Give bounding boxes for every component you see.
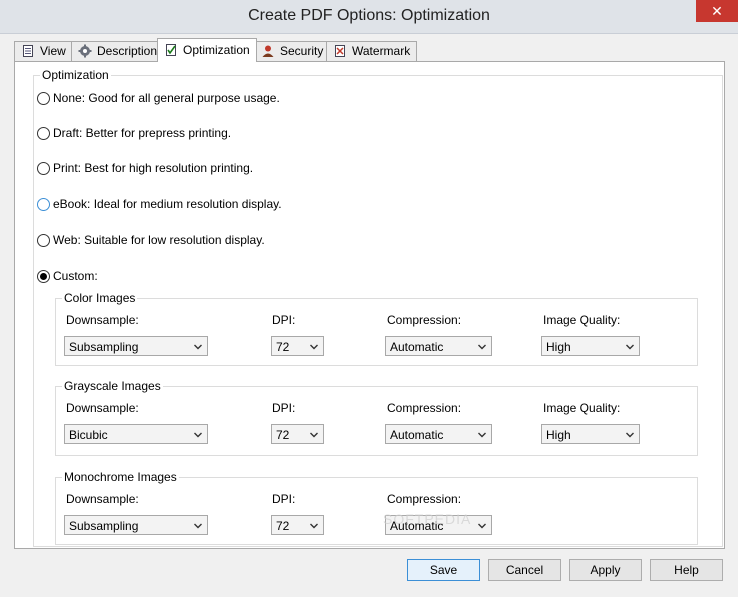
- image-quality-label: Image Quality:: [543, 313, 621, 327]
- radio-draft[interactable]: Draft: Better for prepress printing.: [37, 125, 231, 141]
- chevron-down-icon: [194, 344, 202, 350]
- watermark-icon: [335, 45, 345, 57]
- chevron-down-icon: [478, 523, 486, 529]
- color-images-group: Color Images Downsample: DPI: Compressio…: [55, 291, 698, 366]
- tab-label: Security: [280, 44, 324, 58]
- downsample-label: Downsample:: [66, 492, 139, 506]
- close-icon: ✕: [711, 3, 723, 19]
- dpi-select[interactable]: 72: [271, 336, 324, 356]
- chevron-down-icon: [310, 432, 318, 438]
- compression-select[interactable]: Automatic: [385, 336, 492, 356]
- downsample-select[interactable]: Bicubic: [64, 424, 208, 444]
- radio-label: Draft: Better for prepress printing.: [53, 126, 232, 140]
- tab-label: View: [40, 44, 66, 58]
- select-value: 72: [276, 428, 290, 442]
- select-value: Automatic: [390, 428, 444, 442]
- select-value: Subsampling: [69, 519, 139, 533]
- select-value: 72: [276, 519, 290, 533]
- group-label: Color Images: [62, 291, 138, 305]
- chevron-down-icon: [194, 523, 202, 529]
- tab-security[interactable]: Security: [254, 41, 331, 61]
- radio-button[interactable]: [37, 269, 50, 283]
- image-quality-label: Image Quality:: [543, 401, 621, 415]
- dpi-select[interactable]: 72: [271, 424, 324, 444]
- window-title: Create PDF Options: Optimization: [248, 7, 490, 24]
- dpi-label: DPI:: [272, 492, 296, 506]
- radio-print[interactable]: Print: Best for high resolution printing…: [37, 160, 253, 176]
- close-button[interactable]: ✕: [696, 0, 738, 22]
- chevron-down-icon: [310, 523, 318, 529]
- grayscale-images-group: Grayscale Images Downsample: DPI: Compre…: [55, 379, 698, 456]
- checklist-icon: [166, 44, 176, 56]
- cancel-button[interactable]: Cancel: [488, 559, 561, 581]
- downsample-select[interactable]: Subsampling: [64, 336, 208, 356]
- select-value: High: [546, 428, 571, 442]
- gear-icon: [78, 44, 92, 58]
- image-quality-select[interactable]: High: [541, 424, 640, 444]
- title-bar[interactable]: Create PDF Options: Optimization ✕: [0, 0, 738, 34]
- select-value: 72: [276, 340, 290, 354]
- radio-label: eBook: Ideal for medium resolution displ…: [53, 197, 282, 211]
- radio-button[interactable]: [37, 161, 50, 175]
- image-quality-select[interactable]: High: [541, 336, 640, 356]
- dpi-select[interactable]: 72: [271, 515, 324, 535]
- tab-label: Optimization: [183, 43, 250, 57]
- watermark: SOFTPEDIA: [383, 511, 472, 527]
- compression-label: Compression:: [387, 492, 462, 506]
- downsample-select[interactable]: Subsampling: [64, 515, 208, 535]
- radio-label: Web: Suitable for low resolution display…: [53, 233, 265, 247]
- radio-label: Custom:: [53, 269, 98, 283]
- chevron-down-icon: [310, 344, 318, 350]
- chevron-down-icon: [478, 432, 486, 438]
- radio-button[interactable]: [37, 233, 50, 247]
- select-value: Subsampling: [69, 340, 139, 354]
- dpi-label: DPI:: [272, 401, 296, 415]
- select-value: Bicubic: [69, 428, 108, 442]
- tab-label: Description: [97, 44, 158, 58]
- group-label: Grayscale Images: [62, 379, 163, 393]
- chevron-down-icon: [194, 432, 202, 438]
- save-button[interactable]: Save: [407, 559, 480, 581]
- help-button[interactable]: Help: [650, 559, 723, 581]
- compression-select[interactable]: Automatic: [385, 424, 492, 444]
- chevron-down-icon: [626, 344, 634, 350]
- downsample-label: Downsample:: [66, 401, 139, 415]
- radio-button[interactable]: [37, 126, 50, 140]
- radio-button[interactable]: [37, 197, 50, 211]
- chevron-down-icon: [478, 344, 486, 350]
- dpi-label: DPI:: [272, 313, 296, 327]
- optimization-panel: Optimization None: Good for all general …: [14, 61, 725, 549]
- compression-label: Compression:: [387, 401, 462, 415]
- select-value: High: [546, 340, 571, 354]
- apply-button[interactable]: Apply: [569, 559, 642, 581]
- user-icon: [262, 45, 274, 57]
- monochrome-images-group: Monochrome Images Downsample: DPI: Compr…: [55, 470, 698, 545]
- radio-label: None: Good for all general purpose usage…: [53, 91, 280, 105]
- chevron-down-icon: [626, 432, 634, 438]
- compression-label: Compression:: [387, 313, 462, 327]
- group-label: Optimization: [40, 68, 111, 82]
- radio-button[interactable]: [37, 91, 50, 105]
- document-icon: [23, 45, 33, 57]
- radio-custom[interactable]: Custom:: [37, 268, 98, 284]
- tab-label: Watermark: [352, 44, 411, 58]
- dialog-window: Create PDF Options: Optimization ✕ View …: [0, 0, 738, 597]
- group-label: Monochrome Images: [62, 470, 179, 484]
- radio-ebook[interactable]: eBook: Ideal for medium resolution displ…: [37, 196, 282, 212]
- select-value: Automatic: [390, 340, 444, 354]
- radio-web[interactable]: Web: Suitable for low resolution display…: [37, 232, 265, 248]
- radio-none[interactable]: None: Good for all general purpose usage…: [37, 90, 280, 106]
- tab-watermark[interactable]: Watermark: [326, 41, 418, 61]
- radio-label: Print: Best for high resolution printing…: [53, 161, 254, 175]
- tab-optimization[interactable]: Optimization: [157, 38, 257, 62]
- tab-description[interactable]: Description: [71, 41, 165, 61]
- tab-view[interactable]: View: [14, 41, 73, 61]
- downsample-label: Downsample:: [66, 313, 139, 327]
